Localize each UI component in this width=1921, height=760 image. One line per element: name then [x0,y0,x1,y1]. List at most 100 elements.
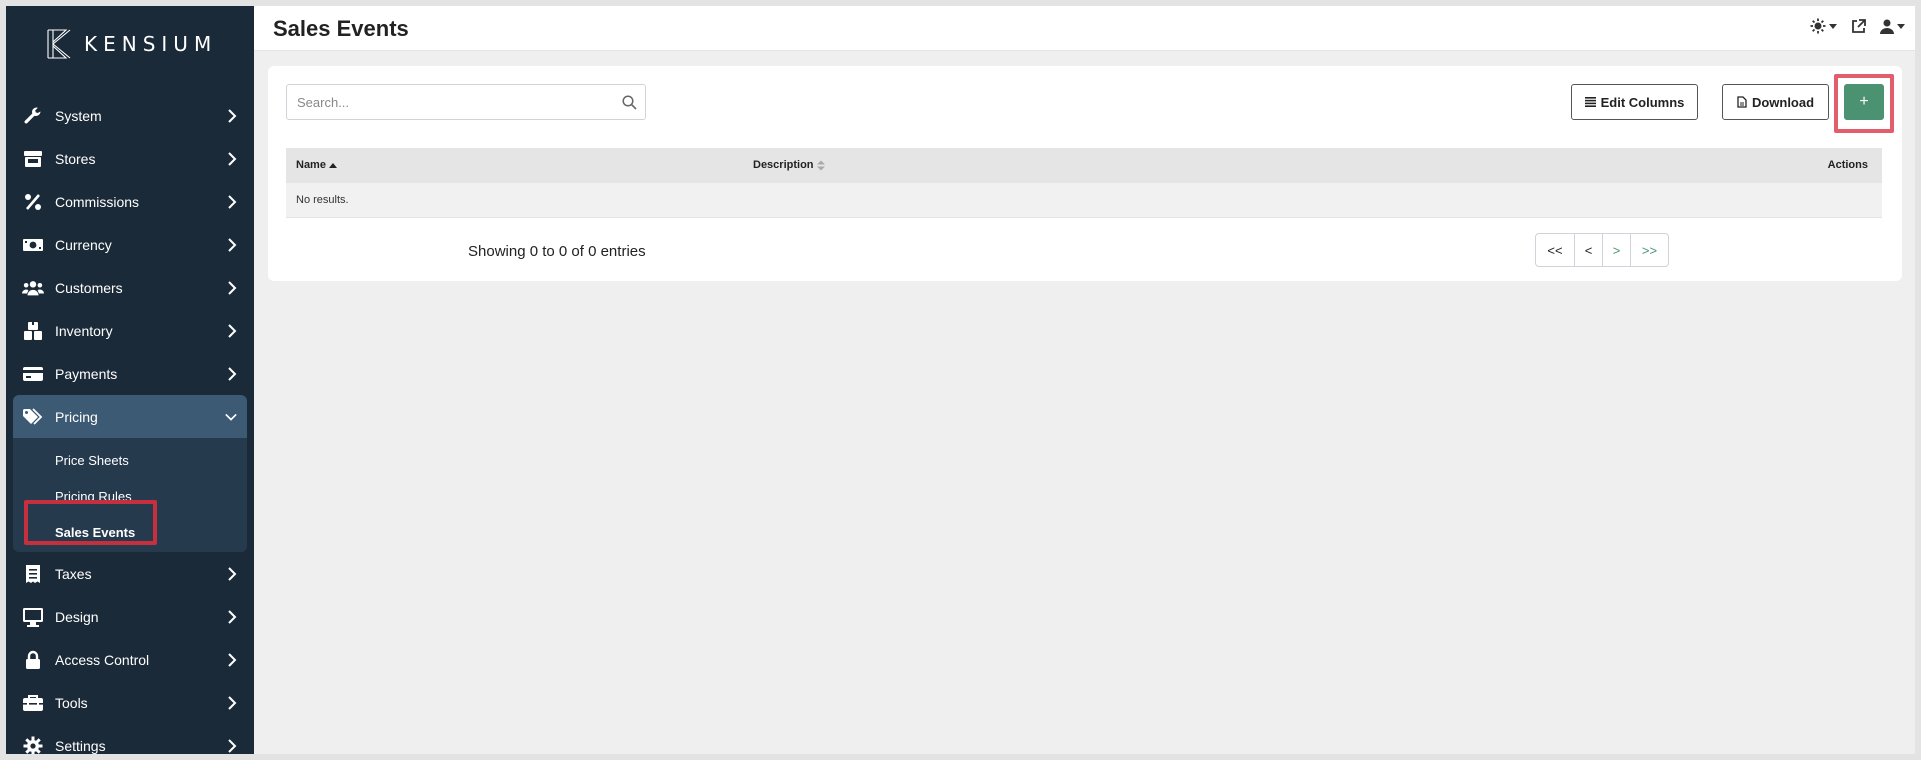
caret-down-icon [1897,23,1905,29]
sidebar-item-label: Settings [55,737,106,754]
sidebar-item-label: Payments [55,365,118,382]
chevron-right-icon [228,151,237,166]
sidebar-item-label: Stores [55,150,96,167]
previous-page-button[interactable]: < [1574,234,1602,266]
chevron-right-icon [228,695,237,710]
column-header-description[interactable]: Description [753,159,825,171]
search-field [286,84,646,120]
desktop-icon [22,606,44,628]
money-bill-icon [22,234,44,256]
toolbox-icon [22,692,44,714]
table-row: No results. [286,183,1882,218]
kensium-logo-icon [47,29,71,59]
sidebar-item-design[interactable]: Design [6,595,254,638]
edit-columns-label: Edit Columns [1600,94,1685,110]
open-storefront-button[interactable] [1851,18,1866,34]
chevron-right-icon [228,738,237,753]
pagination: << < > >> [1535,233,1669,267]
sidebar-item-settings[interactable]: Settings [6,724,254,754]
chevron-right-icon [228,323,237,338]
gear-icon [22,735,44,754]
brand-logo[interactable]: KENSIUM [44,28,217,60]
column-header-name[interactable]: Name [296,159,337,171]
sidebar-item-taxes[interactable]: Taxes [6,552,254,595]
chevron-right-icon [228,566,237,581]
submenu-item-sales-events[interactable]: Sales Events [13,514,247,550]
sidebar-item-customers[interactable]: Customers [6,266,254,309]
file-icon [1737,96,1747,108]
sidebar-item-access-control[interactable]: Access Control [6,638,254,681]
column-header-label: Actions [1827,159,1868,171]
app-frame: KENSIUM System Stores Commissions Curren… [6,6,1915,754]
last-page-button[interactable]: >> [1630,234,1668,266]
download-label: Download [1751,94,1815,110]
sidebar-item-inventory[interactable]: Inventory [6,309,254,352]
download-button[interactable]: Download [1722,84,1829,120]
sidebar-item-label: Design [55,608,99,625]
chevron-right-icon [228,280,237,295]
submenu-item-price-sheets[interactable]: Price Sheets [13,442,247,478]
sidebar-item-label: Tools [55,694,88,711]
chevron-right-icon [228,194,237,209]
sidebar-item-label: Currency [55,236,112,253]
user-icon [1880,19,1894,34]
sidebar-item-pricing[interactable]: Pricing [13,395,247,438]
pricing-submenu: Price Sheets Pricing Rules Sales Events [13,438,247,552]
sidebar-item-system[interactable]: System [6,94,254,137]
first-page-button[interactable]: << [1536,234,1574,266]
store-icon [22,148,44,170]
plus-icon: + [1859,93,1869,110]
chevron-right-icon [228,108,237,123]
table-header: Name Description Actions [286,148,1882,183]
column-header-label: Name [296,159,326,171]
sidebar-item-label: Customers [55,279,123,296]
edit-columns-button[interactable]: Edit Columns [1571,84,1698,120]
empty-state-text: No results. [296,194,349,206]
caret-down-icon [1829,23,1837,29]
tags-icon [22,406,44,428]
content-card: Edit Columns Download + Name Description [268,66,1902,281]
sidebar: KENSIUM System Stores Commissions Curren… [6,6,254,754]
sidebar-item-label: System [55,107,102,124]
column-header-label: Description [753,159,814,171]
external-link-icon [1852,18,1866,33]
top-actions [1810,18,1905,34]
boxes-icon [22,320,44,342]
lock-icon [22,649,44,671]
sidebar-item-payments[interactable]: Payments [6,352,254,395]
user-menu-button[interactable] [1880,19,1905,34]
add-sales-event-button[interactable]: + [1844,84,1884,120]
page-title: Sales Events [273,16,409,41]
sidebar-item-commissions[interactable]: Commissions [6,180,254,223]
sidebar-item-label: Commissions [55,193,140,210]
chevron-right-icon [228,237,237,252]
search-input[interactable] [287,85,607,119]
submenu-item-pricing-rules[interactable]: Pricing Rules [13,478,247,514]
list-icon [1584,97,1596,107]
sidebar-item-stores[interactable]: Stores [6,137,254,180]
sales-events-table: Name Description Actions No results. [286,148,1882,218]
sun-icon [1810,18,1826,34]
sidebar-item-label: Pricing [55,408,98,425]
entries-info: Showing 0 to 0 of 0 entries [468,243,646,260]
sidebar-nav: System Stores Commissions Currency Custo… [6,94,254,754]
search-icon[interactable] [622,95,637,110]
brand-name: KENSIUM [84,32,218,56]
sidebar-item-label: Taxes [55,565,92,582]
sort-asc-icon [328,163,337,168]
sidebar-item-label: Access Control [55,651,150,668]
sidebar-item-label: Inventory [55,322,113,339]
sidebar-item-tools[interactable]: Tools [6,681,254,724]
next-page-button[interactable]: > [1602,234,1630,266]
wrench-icon [22,105,44,127]
sidebar-item-currency[interactable]: Currency [6,223,254,266]
sort-icon [816,160,825,170]
percent-icon [22,191,44,213]
theme-menu-button[interactable] [1810,18,1837,34]
chevron-right-icon [228,609,237,624]
column-header-actions: Actions [1828,159,1868,171]
chevron-right-icon [228,366,237,381]
users-icon [22,277,44,299]
chevron-right-icon [228,652,237,667]
chevron-down-icon [225,413,237,421]
